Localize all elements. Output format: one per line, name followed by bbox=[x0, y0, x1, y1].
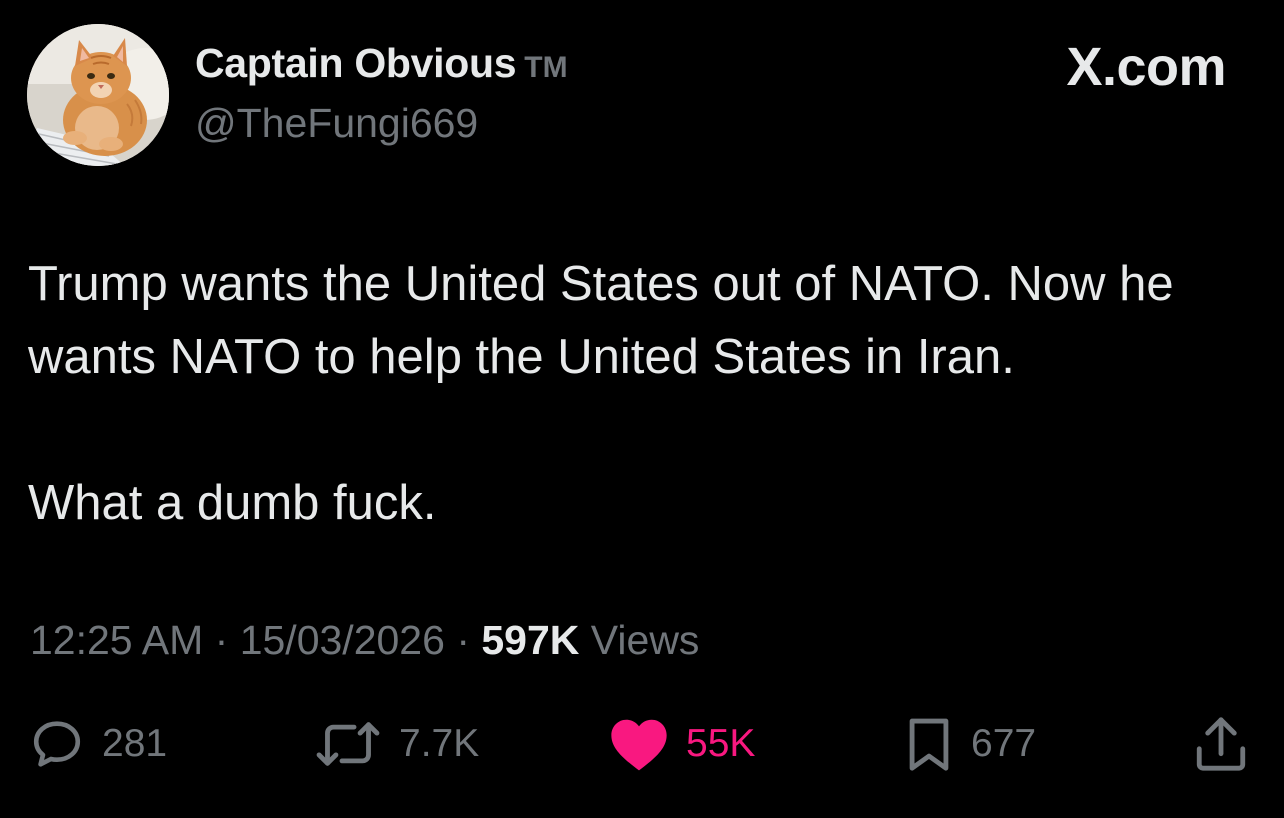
repost-count: 7.7K bbox=[399, 722, 480, 765]
tweet-time[interactable]: 12:25 AM bbox=[30, 617, 203, 663]
share-button[interactable] bbox=[1194, 712, 1248, 776]
repost-icon bbox=[316, 722, 380, 766]
tweet-text: Trump wants the United States out of NAT… bbox=[28, 248, 1258, 540]
tweet-paragraph: Trump wants the United States out of NAT… bbox=[28, 257, 1174, 384]
reply-icon bbox=[33, 721, 81, 767]
share-icon bbox=[1196, 717, 1246, 771]
display-name[interactable]: Captain Obvious bbox=[195, 40, 517, 87]
reply-count: 281 bbox=[102, 722, 168, 765]
reply-button[interactable]: 281 bbox=[28, 712, 167, 776]
tweet-paragraph: What a dumb fuck. bbox=[28, 476, 437, 530]
trademark-badge: TM bbox=[524, 51, 568, 84]
bookmark-button[interactable]: 677 bbox=[903, 712, 1036, 776]
avatar[interactable] bbox=[27, 24, 169, 166]
tweet-date[interactable]: 15/03/2026 bbox=[240, 617, 445, 663]
author-handle[interactable]: @TheFungi669 bbox=[195, 100, 478, 147]
tweet-meta: 12:25 AM · 15/03/2026 · 597K Views bbox=[30, 617, 699, 664]
meta-separator: · bbox=[456, 617, 470, 663]
action-bar: 281 7.7K 55K 677 bbox=[0, 712, 1284, 776]
like-count: 55K bbox=[686, 722, 756, 765]
views-label: Views bbox=[590, 617, 700, 663]
heart-icon bbox=[611, 719, 667, 771]
views-count: 597K bbox=[481, 617, 580, 663]
like-button[interactable]: 55K bbox=[608, 712, 755, 776]
brand-logo-text: X.com bbox=[1066, 37, 1226, 97]
repost-button[interactable]: 7.7K bbox=[313, 712, 479, 776]
bookmark-count: 677 bbox=[971, 722, 1037, 765]
bookmark-icon bbox=[909, 718, 949, 771]
meta-separator: · bbox=[214, 617, 229, 663]
author-name-row: Captain Obvious TM bbox=[195, 40, 568, 87]
orange-cat-avatar-image bbox=[27, 24, 169, 166]
